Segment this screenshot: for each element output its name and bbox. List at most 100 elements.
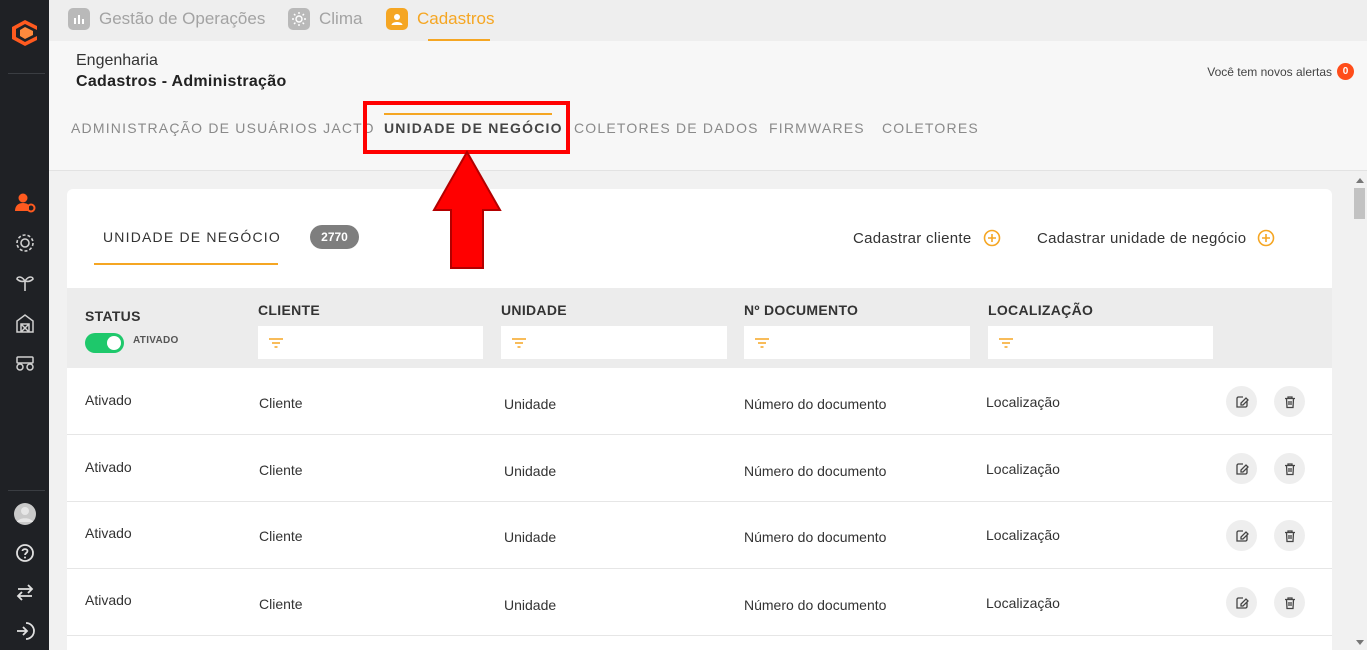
edit-icon: [1235, 529, 1249, 542]
app-tab-operations[interactable]: Gestão de Operações: [68, 6, 265, 32]
client-filter-input[interactable]: [258, 326, 483, 359]
unit-cell: Unidade: [504, 396, 557, 412]
swap-arrows-icon: [16, 584, 34, 601]
avatar: [14, 503, 36, 525]
alerts-indicator[interactable]: Você tem novos alertas 0: [1207, 63, 1354, 80]
scroll-up-arrow[interactable]: [1356, 178, 1364, 183]
client-cell: Cliente: [259, 395, 303, 411]
logout-icon: [17, 622, 35, 640]
business-unit-card: UNIDADE DE NEGÓCIO 2770 Cadastrar client…: [67, 189, 1332, 650]
delete-button[interactable]: [1274, 453, 1305, 484]
column-header-unit: UNIDADE: [501, 302, 567, 318]
trash-icon: [1284, 395, 1295, 408]
location-cell: Localização: [986, 394, 1060, 410]
edit-button[interactable]: [1226, 453, 1257, 484]
table-row: Ativado Cliente Unidade Número do docume…: [67, 569, 1332, 636]
app-tab-label: Cadastros: [417, 9, 495, 28]
page-title: Cadastros - Administração: [76, 73, 287, 90]
delete-button[interactable]: [1274, 587, 1305, 618]
card-tab-business-unit[interactable]: UNIDADE DE NEGÓCIO: [103, 229, 281, 245]
sidebar-item-logout[interactable]: [11, 617, 39, 645]
vertical-scrollbar[interactable]: [1352, 173, 1367, 650]
document-cell: Número do documento: [744, 396, 887, 412]
location-filter-input[interactable]: [988, 326, 1213, 359]
gear-icon: [16, 234, 34, 252]
brand-logo[interactable]: [9, 17, 41, 49]
app-tab-label: Clima: [319, 9, 363, 28]
document-cell: Número do documento: [744, 529, 887, 545]
app-tab-label: Gestão de Operações: [99, 9, 266, 28]
filter-icon: [755, 337, 769, 348]
sidebar-item-help[interactable]: [11, 539, 39, 567]
column-header-client: CLIENTE: [258, 302, 320, 318]
plus-circle-icon: [983, 229, 1000, 247]
breadcrumb: Engenharia: [76, 52, 158, 69]
filter-icon: [512, 337, 526, 348]
edit-button[interactable]: [1226, 386, 1257, 417]
tab-firmwares[interactable]: FIRMWARES: [769, 120, 865, 136]
table-row: Ativado Cliente Unidade Número do docume…: [67, 502, 1332, 569]
page-header: Engenharia Cadastros - Administração Voc…: [49, 41, 1367, 171]
plant-icon: [16, 276, 34, 291]
sidebar-item-settings[interactable]: [11, 229, 39, 257]
tab-data-collectors[interactable]: COLETORES DE DADOS: [574, 120, 759, 136]
app-tab-bar: Gestão de Operações Clima Cadastros: [49, 0, 1367, 41]
edit-icon: [1235, 596, 1249, 609]
add-unit-label: Cadastrar unidade de negócio: [1037, 229, 1247, 247]
sidebar-divider: [8, 490, 45, 491]
sidebar: [0, 0, 49, 650]
help-icon: [16, 544, 34, 562]
app-tab-cadastros[interactable]: Cadastros: [386, 6, 494, 32]
alerts-count-badge: 0: [1337, 63, 1354, 80]
delete-button[interactable]: [1274, 520, 1305, 551]
edit-icon: [1235, 462, 1249, 475]
sidebar-item-switch[interactable]: [11, 578, 39, 606]
edit-button[interactable]: [1226, 587, 1257, 618]
scrollbar-thumb[interactable]: [1354, 188, 1365, 219]
status-cell: Ativado: [85, 392, 132, 408]
table-row: Ativado Cliente Unidade Número do docume…: [67, 435, 1332, 502]
unit-cell: Unidade: [504, 463, 557, 479]
card-tab-indicator: [94, 263, 278, 265]
location-cell: Localização: [986, 527, 1060, 543]
delete-button[interactable]: [1274, 386, 1305, 417]
unit-cell: Unidade: [504, 597, 557, 613]
edit-icon: [1235, 395, 1249, 408]
document-filter-input[interactable]: [744, 326, 970, 359]
status-cell: Ativado: [85, 592, 132, 608]
sidebar-item-profile[interactable]: [11, 500, 39, 528]
record-count-badge: 2770: [310, 225, 359, 249]
filter-icon: [269, 337, 283, 348]
status-toggle-label: ATIVADO: [133, 335, 179, 346]
filter-icon: [999, 337, 1013, 348]
table-row: Ativado Cliente Unidade Número do docume…: [67, 368, 1332, 435]
status-cell: Ativado: [85, 459, 132, 475]
column-header-location: LOCALIZAÇÃO: [988, 302, 1094, 318]
app-tab-weather[interactable]: Clima: [288, 6, 362, 32]
sidebar-item-crops[interactable]: [11, 268, 39, 296]
alerts-text: Você tem novos alertas: [1207, 64, 1332, 79]
table-filter-header: STATUS ATIVADO CLIENTE UNIDADE Nº DOCUME…: [67, 288, 1332, 368]
barn-icon: [16, 314, 34, 333]
edit-button[interactable]: [1226, 520, 1257, 551]
status-cell: Ativado: [85, 525, 132, 541]
add-client-button[interactable]: Cadastrar cliente: [853, 229, 1001, 247]
tab-collectors[interactable]: COLETORES: [882, 120, 979, 136]
user-settings-icon: [15, 193, 36, 213]
operations-icon: [68, 8, 90, 30]
add-business-unit-button[interactable]: Cadastrar unidade de negócio: [1037, 229, 1275, 247]
sidebar-item-machines[interactable]: [11, 348, 39, 376]
client-cell: Cliente: [259, 462, 303, 478]
trash-icon: [1284, 596, 1295, 609]
column-header-status: STATUS: [85, 308, 141, 324]
add-client-label: Cadastrar cliente: [853, 229, 972, 247]
status-toggle[interactable]: [85, 333, 124, 353]
sidebar-item-farm[interactable]: [11, 309, 39, 337]
sidebar-item-cadastros[interactable]: [11, 188, 39, 216]
user-icon: [386, 8, 408, 30]
document-cell: Número do documento: [744, 597, 887, 613]
scroll-down-arrow[interactable]: [1356, 640, 1364, 645]
tab-user-admin[interactable]: ADMINISTRAÇÃO DE USUÁRIOS JACTO: [71, 120, 375, 136]
unit-filter-input[interactable]: [501, 326, 727, 359]
annotation-arrow-icon: [432, 150, 502, 269]
